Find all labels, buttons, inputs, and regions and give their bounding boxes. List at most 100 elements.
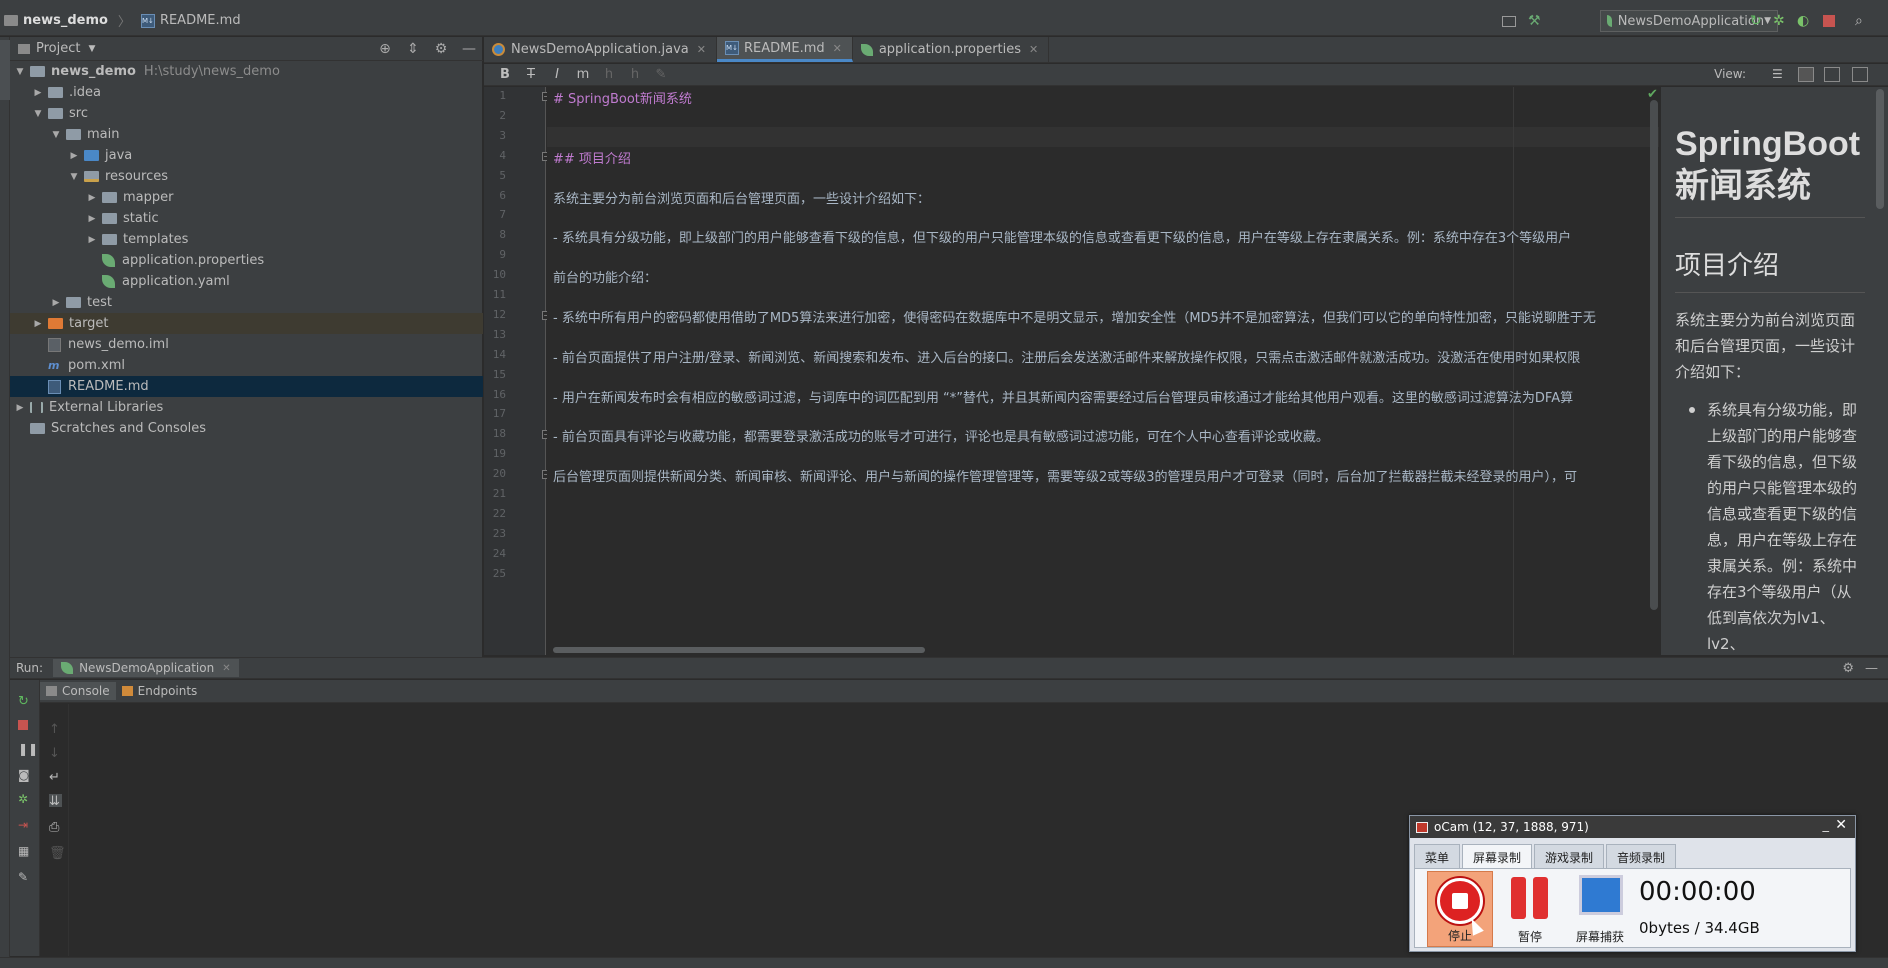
- project-view-select[interactable]: Project ▼: [18, 41, 95, 56]
- code-button[interactable]: m: [570, 67, 596, 82]
- tab-application-properties[interactable]: application.properties ✕: [853, 37, 1050, 62]
- hide-panel-icon[interactable]: —: [1865, 661, 1878, 676]
- chevron-right-icon[interactable]: ▶: [86, 235, 98, 245]
- project-structure-icon[interactable]: [1502, 16, 1516, 27]
- scroll-to-end-icon[interactable]: ⇊: [49, 794, 62, 809]
- tree-item[interactable]: application.properties: [10, 250, 483, 271]
- tree-item[interactable]: ▼ news_demo H:\study\news_demo: [10, 61, 483, 82]
- tree-item[interactable]: ▶ java: [10, 145, 483, 166]
- exit-icon[interactable]: ⇥: [18, 818, 31, 832]
- chevron-right-icon[interactable]: ▶: [86, 214, 98, 224]
- layout-toggle-icon[interactable]: [1852, 67, 1868, 82]
- tree-item[interactable]: ▶ target: [10, 313, 483, 334]
- tree-item[interactable]: ▶ test: [10, 292, 483, 313]
- chevron-right-icon[interactable]: ▶: [68, 151, 80, 161]
- tree-item[interactable]: application.yaml: [10, 271, 483, 292]
- gear-icon[interactable]: ⚙: [1842, 661, 1854, 676]
- run-tab-newsdemoapplication[interactable]: NewsDemoApplication ✕: [53, 659, 239, 677]
- split-view-icon[interactable]: [1798, 67, 1814, 82]
- tree-item[interactable]: ▶ External Libraries: [10, 397, 483, 418]
- tree-item[interactable]: ▶ templates: [10, 229, 483, 250]
- locate-file-icon[interactable]: ⊕: [377, 41, 393, 57]
- inspection-ok-icon[interactable]: ✔: [1647, 87, 1658, 102]
- trash-icon[interactable]: 🗑: [49, 846, 66, 861]
- tree-item[interactable]: ▼ resources: [10, 166, 483, 187]
- project-tool-button[interactable]: [0, 40, 10, 100]
- tree-item[interactable]: ▶ static: [10, 208, 483, 229]
- tree-item[interactable]: ▶ .idea: [10, 82, 483, 103]
- horizontal-scrollbar[interactable]: [553, 647, 925, 653]
- pin-icon[interactable]: ✎: [18, 870, 31, 884]
- screen-capture-button[interactable]: 屏幕捕获: [1567, 871, 1633, 947]
- bold-button[interactable]: B: [492, 67, 518, 82]
- vertical-scrollbar[interactable]: [1650, 100, 1658, 610]
- breadcrumb-project[interactable]: news_demo: [4, 13, 108, 28]
- link-button[interactable]: ✎: [648, 67, 674, 82]
- preview-scrollbar[interactable]: [1876, 89, 1884, 209]
- tab-endpoints[interactable]: Endpoints: [116, 682, 204, 700]
- close-icon[interactable]: ✕: [1029, 43, 1038, 56]
- tree-item[interactable]: README.md: [10, 376, 483, 397]
- tree-item[interactable]: Scratches and Consoles: [10, 418, 483, 439]
- stop-icon[interactable]: [18, 720, 28, 730]
- debug-icon[interactable]: ✲: [1773, 13, 1789, 29]
- chevron-right-icon[interactable]: ▶: [14, 403, 26, 413]
- stop-button[interactable]: 停止: [1427, 871, 1493, 947]
- chevron-right-icon[interactable]: ▶: [32, 88, 44, 98]
- search-icon[interactable]: ⌕: [1855, 13, 1871, 29]
- italic-button[interactable]: I: [544, 67, 570, 82]
- breadcrumb-file[interactable]: M↓ README.md: [140, 13, 241, 28]
- tab-console[interactable]: Console: [40, 682, 116, 700]
- close-icon[interactable]: ✕: [833, 42, 842, 55]
- editor-only-icon[interactable]: ☰: [1772, 67, 1788, 82]
- down-arrow-icon[interactable]: ↓: [49, 746, 62, 761]
- chevron-down-icon[interactable]: ▼: [14, 67, 26, 77]
- rerun-icon[interactable]: ↻: [1750, 13, 1766, 29]
- stop-icon[interactable]: [1823, 15, 1835, 27]
- markdown-editor[interactable]: # SpringBoot新闻系统 ## 项目介绍 系统主要分为前台浏览页面和后台管理…: [547, 87, 1659, 655]
- chevron-down-icon[interactable]: ▼: [32, 109, 44, 119]
- chevron-right-icon[interactable]: ▶: [32, 319, 44, 329]
- close-icon[interactable]: ✕: [222, 663, 230, 674]
- tree-item[interactable]: ▼ main: [10, 124, 483, 145]
- ocam-tab-game-record[interactable]: 游戏录制: [1534, 844, 1605, 868]
- header-button[interactable]: h: [596, 67, 622, 82]
- pause-button[interactable]: 暂停: [1497, 871, 1563, 947]
- close-icon[interactable]: ✕: [1835, 817, 1847, 833]
- ocam-title-bar[interactable]: oCam (12, 37, 1888, 971) _ ✕: [1410, 816, 1855, 838]
- pause-icon[interactable]: ❚❚: [18, 742, 38, 756]
- build-hammer-icon[interactable]: ⚒: [1528, 13, 1544, 29]
- strikethrough-button[interactable]: T: [518, 67, 544, 82]
- soft-wrap-icon[interactable]: ↵: [49, 770, 62, 785]
- chevron-right-icon[interactable]: ▶: [50, 298, 62, 308]
- hide-panel-icon[interactable]: —: [461, 41, 477, 57]
- collapse-all-icon[interactable]: ⇕: [405, 41, 421, 57]
- rerun-icon[interactable]: ↻: [18, 694, 31, 709]
- print-icon[interactable]: ⎙: [49, 820, 62, 835]
- preview-only-icon[interactable]: [1824, 67, 1840, 82]
- chevron-right-icon[interactable]: ▶: [86, 193, 98, 203]
- minimize-icon[interactable]: _: [1823, 818, 1830, 833]
- debug-icon[interactable]: ✲: [18, 792, 31, 806]
- tree-item-label: application.yaml: [122, 274, 230, 289]
- ocam-tab-audio-record[interactable]: 音频录制: [1606, 844, 1677, 868]
- tree-item[interactable]: ▼ src: [10, 103, 483, 124]
- tab-readme-md[interactable]: M↓ README.md ✕: [716, 37, 853, 62]
- close-icon[interactable]: ✕: [697, 43, 706, 56]
- ocam-tab-screen-record[interactable]: 屏幕录制: [1462, 844, 1533, 868]
- camera-icon[interactable]: ◙: [18, 768, 31, 782]
- gear-icon[interactable]: ⚙: [433, 41, 449, 57]
- tab-newsdemoapplication-java[interactable]: NewsDemoApplication.java ✕: [484, 37, 717, 62]
- layout-icon[interactable]: ▦: [18, 844, 31, 858]
- tree-item[interactable]: news_demo.iml: [10, 334, 483, 355]
- header-down-button[interactable]: h: [622, 67, 648, 82]
- tree-item[interactable]: m pom.xml: [10, 355, 483, 376]
- chevron-down-icon[interactable]: ▼: [68, 172, 80, 182]
- folder-icon: [48, 87, 63, 98]
- markdown-preview[interactable]: SpringBoot新闻系统 项目介绍 系统主要分为前台浏览页面和后台管理页面，…: [1660, 87, 1888, 655]
- coverage-icon[interactable]: ◐: [1797, 13, 1813, 29]
- tree-item[interactable]: ▶ mapper: [10, 187, 483, 208]
- chevron-down-icon[interactable]: ▼: [50, 130, 62, 140]
- up-arrow-icon[interactable]: ↑: [49, 722, 62, 737]
- ocam-tab-menu[interactable]: 菜单: [1414, 844, 1461, 868]
